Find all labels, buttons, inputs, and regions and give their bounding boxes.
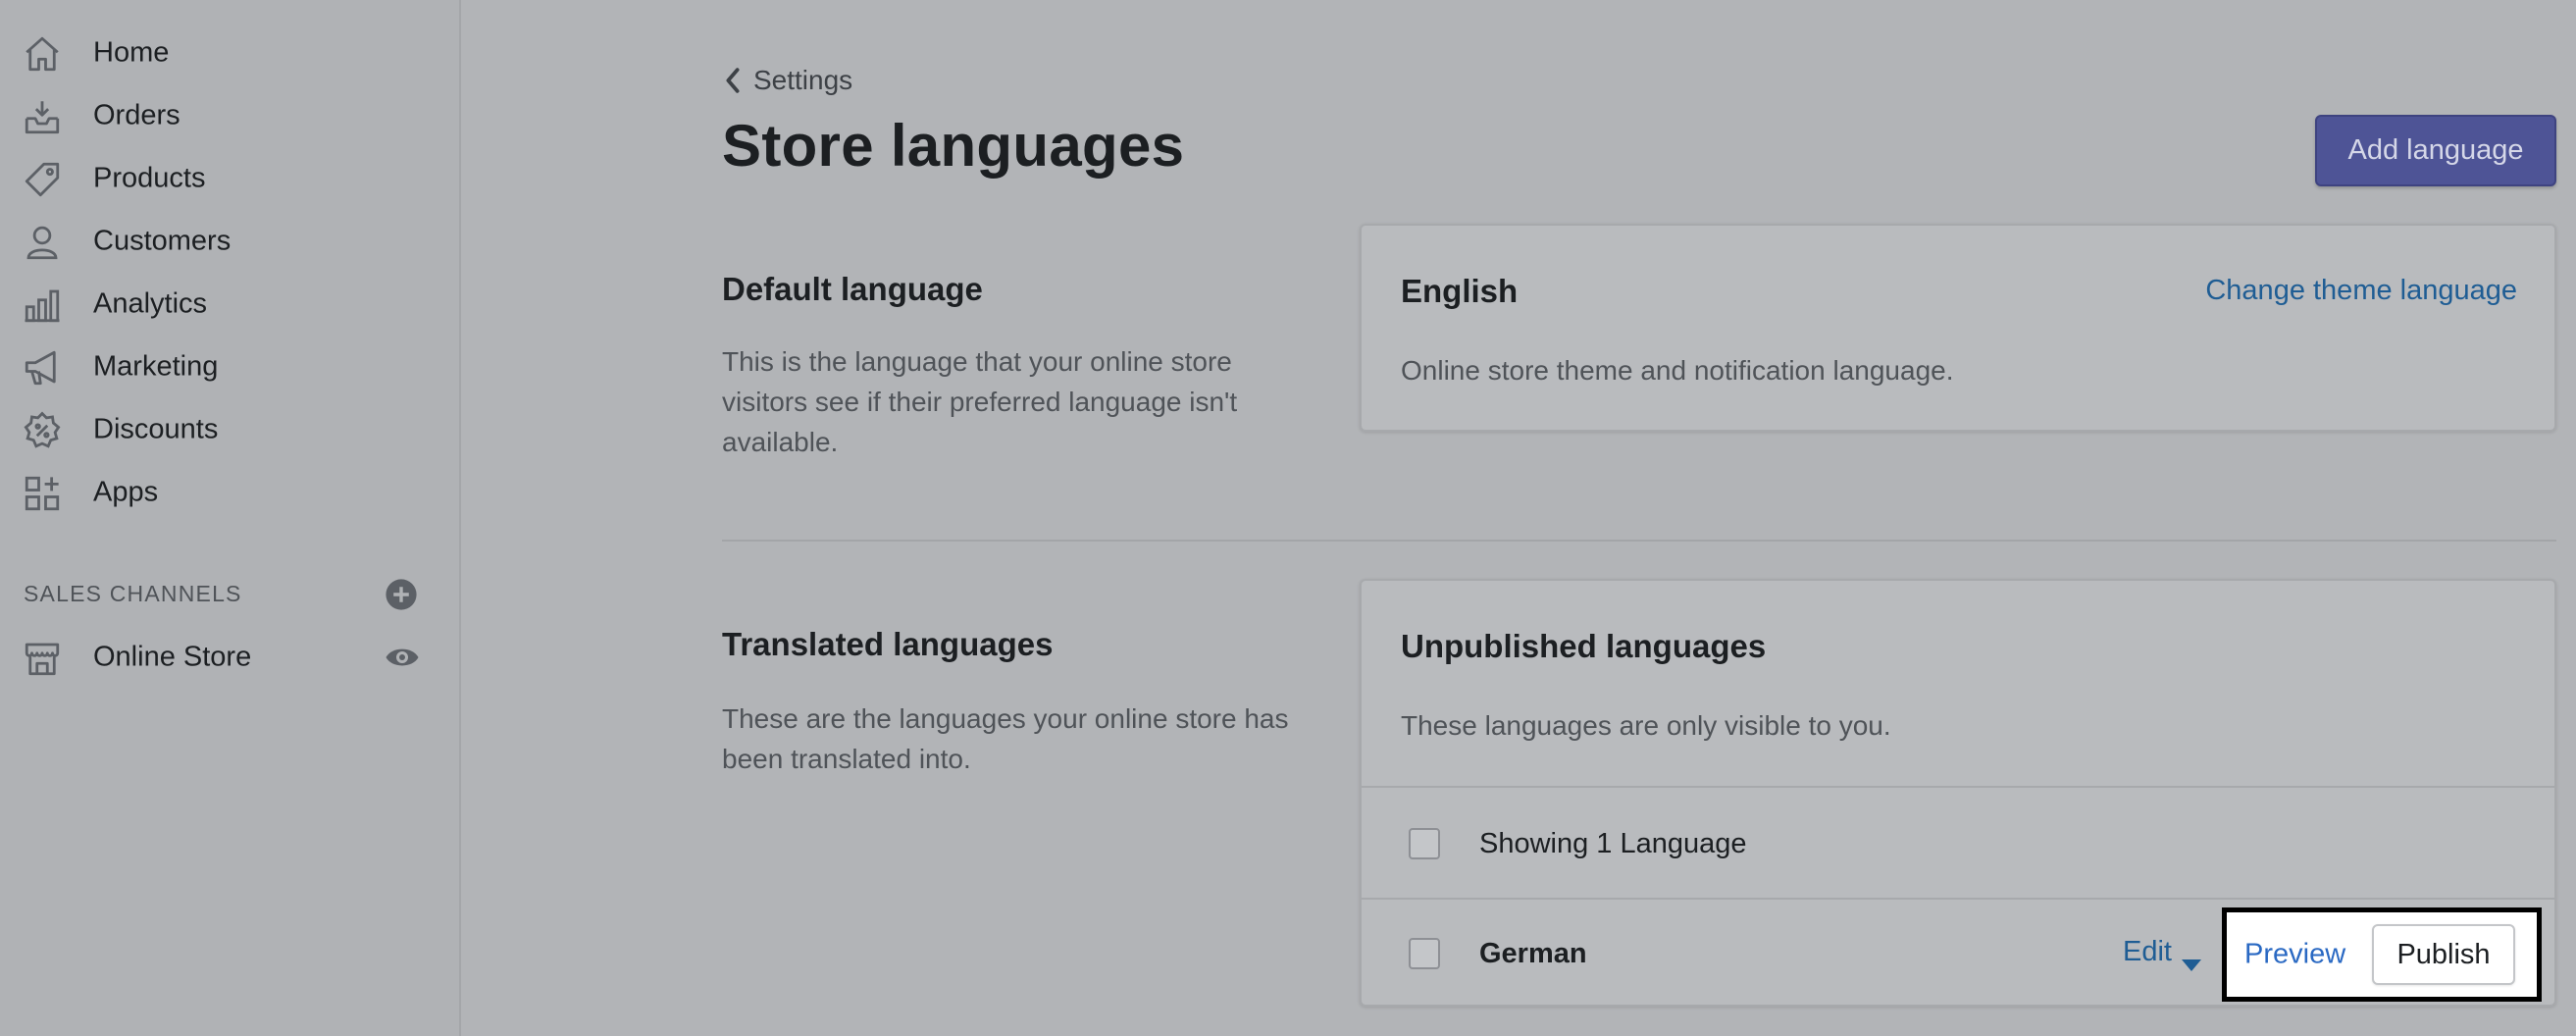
default-language-title: Default language — [722, 271, 983, 307]
edit-dropdown[interactable]: Edit — [2123, 936, 2201, 971]
language-row-checkbox[interactable] — [1409, 938, 1440, 969]
breadcrumb-settings[interactable]: Settings — [722, 63, 852, 98]
sidebar-item-label: Apps — [93, 476, 159, 508]
publish-button[interactable]: Publish — [2372, 924, 2515, 985]
sidebar-item-label: Products — [93, 162, 206, 194]
caret-down-icon — [2181, 947, 2201, 971]
sidebar: Home Orders Products Customers Analytics… — [0, 0, 461, 1036]
bar-chart-icon — [22, 285, 63, 326]
highlighted-actions: Preview Publish — [2222, 907, 2542, 1002]
language-name: German — [1479, 938, 1587, 969]
page-title: Store languages — [722, 113, 1185, 179]
default-language-note: Online store theme and notification lang… — [1401, 355, 1954, 386]
select-all-checkbox[interactable] — [1409, 828, 1440, 859]
translated-languages-title: Translated languages — [722, 626, 1054, 662]
add-sales-channel-icon[interactable] — [385, 578, 418, 611]
add-language-button[interactable]: Add language — [2315, 115, 2556, 186]
default-language-name: English — [1401, 273, 1519, 309]
sidebar-item-label: Customers — [93, 225, 232, 257]
chevron-left-icon — [722, 67, 744, 94]
section-divider — [722, 540, 2556, 542]
sidebar-item-products[interactable]: Products — [0, 149, 461, 208]
sidebar-item-label: Discounts — [93, 413, 219, 445]
change-theme-language-link[interactable]: Change theme language — [2205, 275, 2517, 307]
sales-channels-heading: SALES CHANNELS — [24, 581, 242, 606]
sidebar-item-apps[interactable]: Apps — [0, 463, 461, 522]
sidebar-item-label: Home — [93, 36, 170, 69]
breadcrumb-label: Settings — [753, 65, 853, 95]
store-icon — [22, 638, 63, 679]
sidebar-item-label: Orders — [93, 99, 180, 131]
app-root: Home Orders Products Customers Analytics… — [0, 0, 2576, 1036]
default-language-description: This is the language that your online st… — [722, 346, 1238, 457]
apps-icon — [22, 473, 63, 514]
row-divider — [1362, 786, 2554, 788]
megaphone-icon — [22, 347, 63, 388]
sidebar-item-analytics[interactable]: Analytics — [0, 275, 461, 334]
sidebar-item-orders[interactable]: Orders — [0, 86, 461, 145]
translated-languages-description: These are the languages your online stor… — [722, 703, 1289, 774]
sidebar-item-customers[interactable]: Customers — [0, 212, 461, 271]
person-icon — [22, 222, 63, 263]
tag-icon — [22, 159, 63, 200]
showing-count-label: Showing 1 Language — [1479, 828, 1747, 859]
orders-icon — [22, 96, 63, 137]
preview-link[interactable]: Preview — [2244, 939, 2345, 971]
sidebar-item-label: Online Store — [93, 641, 252, 673]
view-online-store-icon[interactable] — [383, 640, 422, 675]
sidebar-item-marketing[interactable]: Marketing — [0, 337, 461, 396]
sidebar-item-home[interactable]: Home — [0, 24, 461, 82]
sidebar-item-label: Analytics — [93, 287, 208, 320]
discount-icon — [22, 410, 63, 451]
unpublished-languages-note: These languages are only visible to you. — [1401, 710, 1891, 741]
row-divider — [1362, 898, 2554, 900]
unpublished-languages-heading: Unpublished languages — [1401, 628, 1767, 664]
sidebar-item-discounts[interactable]: Discounts — [0, 400, 461, 459]
default-language-card: English Change theme language Online sto… — [1360, 224, 2556, 432]
sidebar-item-label: Marketing — [93, 350, 219, 383]
edit-label: Edit — [2123, 936, 2172, 967]
home-icon — [22, 33, 63, 75]
